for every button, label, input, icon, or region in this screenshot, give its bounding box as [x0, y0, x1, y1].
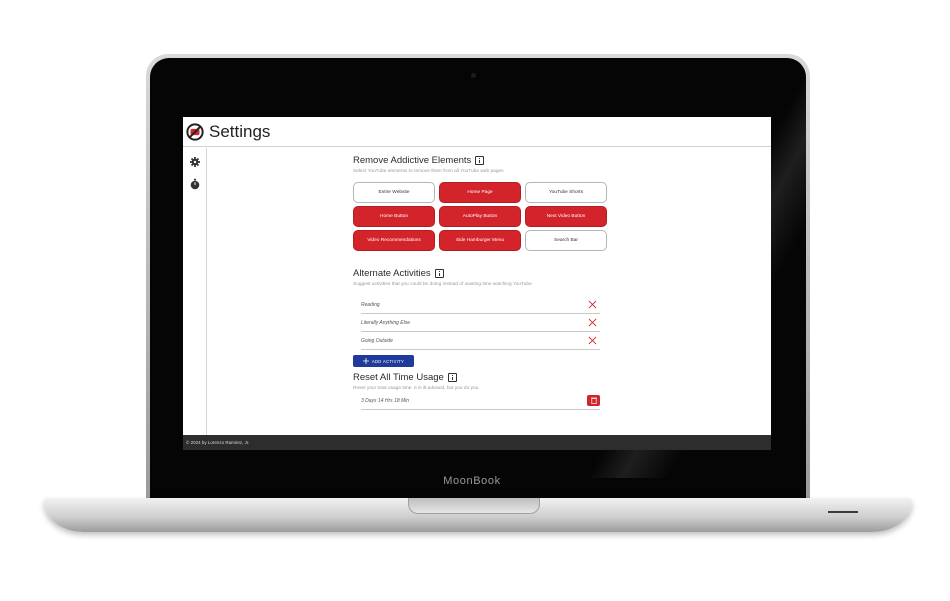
reset-section-title: Reset All Time Usage: [353, 372, 444, 383]
base-slot: [828, 511, 858, 513]
total-usage-value: 3 Days 14 Hrs 18 Min: [361, 398, 410, 404]
remove-section-heading: Remove Addictive Elements: [353, 155, 613, 166]
webcam: [471, 73, 476, 78]
info-icon[interactable]: [434, 269, 444, 278]
stopwatch-icon[interactable]: [189, 178, 201, 190]
trash-icon: [590, 397, 597, 404]
toggle-autoplay-button[interactable]: AutoPlay Button: [439, 206, 521, 227]
alternate-activities-section: Alternate Activities Suggest activities …: [353, 268, 613, 367]
info-icon[interactable]: [447, 373, 457, 382]
activity-label: Literally Anything Else: [361, 320, 411, 326]
sidebar: [183, 148, 207, 435]
toggle-youtube-shorts-button[interactable]: YouTube Shorts: [525, 182, 607, 203]
info-icon[interactable]: [475, 156, 485, 165]
remove-section-title: Remove Addictive Elements: [353, 155, 472, 166]
no-youtube-logo-icon: [186, 122, 204, 141]
alternate-section-heading: Alternate Activities: [353, 268, 613, 279]
toggle-search-bar-button[interactable]: Search Bar: [525, 230, 607, 251]
laptop-brand: MoonBook: [443, 475, 501, 487]
toggle-entire-website-button[interactable]: Entire Website: [353, 182, 435, 203]
app-header: Settings: [183, 117, 771, 147]
lid-notch: [408, 498, 540, 514]
toggle-home-button-button[interactable]: Home Button: [353, 206, 435, 227]
plus-icon: [362, 358, 369, 364]
activity-label: Reading: [361, 302, 380, 308]
activity-row: Literally Anything Else: [361, 314, 600, 332]
usage-row: 3 Days 14 Hrs 18 Min: [361, 393, 600, 410]
remove-activity-icon[interactable]: [588, 318, 597, 327]
laptop-mockup: MoonBook Settings Remove Addictive Eleme…: [0, 0, 950, 601]
reset-usage-section: Reset All Time Usage Reset your total us…: [353, 372, 613, 410]
app-screen: Settings Remove Addictive Elements Selec…: [183, 117, 771, 450]
toggle-side-hamburger-menu-button[interactable]: Side Hamburger Menu: [439, 230, 521, 251]
page-title: Settings: [209, 121, 271, 141]
remove-activity-icon[interactable]: [588, 336, 597, 345]
reset-usage-button[interactable]: [587, 395, 600, 406]
reset-section-subtitle: Reset your total usage time. It is ill-a…: [353, 386, 480, 391]
activity-label: Going Outside: [361, 338, 393, 344]
toggle-home-page-button[interactable]: Home Page: [439, 182, 521, 203]
gear-icon[interactable]: [189, 156, 201, 168]
toggle-video-recommendations-button[interactable]: Video Recommendations: [353, 230, 435, 251]
activity-row: Going Outside: [361, 332, 600, 350]
remove-activity-icon[interactable]: [588, 300, 597, 309]
add-activity-label: ADD ACTIVITY: [371, 358, 405, 364]
add-activity-button[interactable]: ADD ACTIVITY: [353, 355, 414, 367]
app-footer: © 2024 by Lorenzo Ramirez, Jr.: [183, 435, 771, 450]
reset-section-heading: Reset All Time Usage: [353, 372, 613, 383]
settings-content: Remove Addictive Elements Select YouTube…: [353, 155, 613, 410]
activity-row: Reading: [361, 296, 600, 314]
toggle-next-video-button[interactable]: Next Video Button: [525, 206, 607, 227]
remove-section-subtitle: Select YouTube elements to remove them f…: [353, 169, 504, 174]
alternate-section-subtitle: Suggest activities that you could be doi…: [353, 282, 532, 287]
alternate-section-title: Alternate Activities: [353, 268, 431, 279]
